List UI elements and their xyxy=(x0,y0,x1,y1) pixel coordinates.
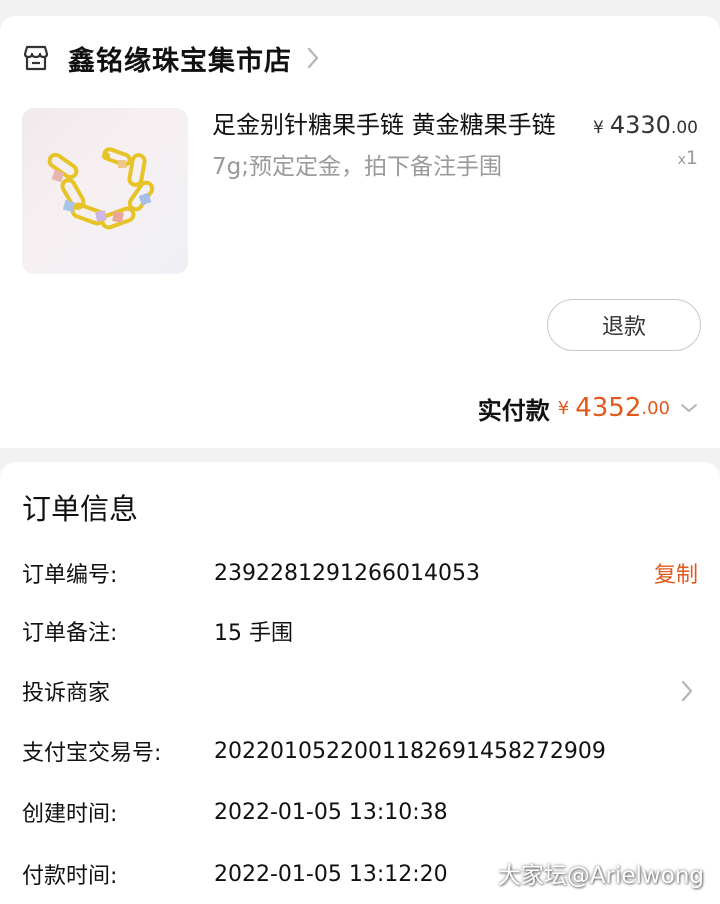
chevron-down-icon[interactable] xyxy=(680,402,698,414)
product-price: ¥4330.00 xyxy=(593,108,698,145)
store-name[interactable]: 鑫铭缘珠宝集市店 xyxy=(68,39,292,78)
price-symbol: ¥ xyxy=(593,118,604,138)
store-header[interactable]: 鑫铭缘珠宝集市店 xyxy=(22,38,320,78)
order-number-value: 2392281291266014053 xyxy=(214,560,480,586)
order-remark-row: 订单备注: 15 手围 xyxy=(0,611,720,651)
order-number-label: 订单编号: xyxy=(22,563,118,588)
order-info-card: 订单信息 订单编号: 2392281291266014053 复制 订单备注: … xyxy=(0,462,720,904)
watermark: 大家坛@Arielwong xyxy=(497,863,704,889)
paid-time-label: 付款时间: xyxy=(22,864,118,889)
order-remark-label: 订单备注: xyxy=(22,621,118,646)
chevron-right-icon[interactable] xyxy=(680,679,694,703)
created-time-label: 创建时间: xyxy=(22,802,118,827)
created-time-value: 2022-01-05 13:10:38 xyxy=(214,799,448,825)
created-time-row: 创建时间: 2022-01-05 13:10:38 xyxy=(0,792,720,832)
product-quantity: x1 xyxy=(678,146,698,172)
complaint-label[interactable]: 投诉商家 xyxy=(22,675,110,707)
alipay-number-row: 支付宝交易号: 2022010522001182691458272909 xyxy=(0,731,720,771)
copy-button[interactable]: 复制 xyxy=(654,557,698,589)
bracelet-image-icon xyxy=(47,147,155,230)
product-spec: 7g;预定定金，拍下备注手围 xyxy=(212,154,502,180)
quantity-value: 1 xyxy=(685,147,698,169)
refund-button[interactable]: 退款 xyxy=(547,299,701,351)
price-decimal: .00 xyxy=(670,118,698,138)
paid-label: 实付款 xyxy=(477,396,550,425)
paid-decimal: .00 xyxy=(641,397,670,419)
paid-symbol: ¥ xyxy=(557,397,570,419)
chevron-right-icon[interactable] xyxy=(306,46,320,70)
order-number-row: 订单编号: 2392281291266014053 复制 xyxy=(0,553,720,593)
product-thumbnail[interactable] xyxy=(22,108,188,274)
alipay-number-value: 2022010522001182691458272909 xyxy=(214,738,606,764)
order-item-card: 鑫铭缘珠宝集市店 足金别针糖果手链 黄金糖果手链 7g;预定定金，拍下备注手围 … xyxy=(0,16,720,448)
product-title[interactable]: 足金别针糖果手链 黄金糖果手链 xyxy=(212,108,572,142)
paid-integer: 4352 xyxy=(575,393,642,423)
order-remark-value: 15 手围 xyxy=(214,621,293,646)
price-integer: 4330 xyxy=(609,111,671,139)
complaint-row[interactable]: 投诉商家 xyxy=(0,671,720,711)
paid-time-value: 2022-01-05 13:12:20 xyxy=(214,861,448,887)
alipay-number-label: 支付宝交易号: xyxy=(22,741,162,766)
quantity-prefix: x xyxy=(677,152,686,168)
order-info-title: 订单信息 xyxy=(22,492,139,526)
store-icon xyxy=(22,44,50,72)
paid-amount-row[interactable]: 实付款 ¥ 4352 .00 xyxy=(478,390,698,426)
